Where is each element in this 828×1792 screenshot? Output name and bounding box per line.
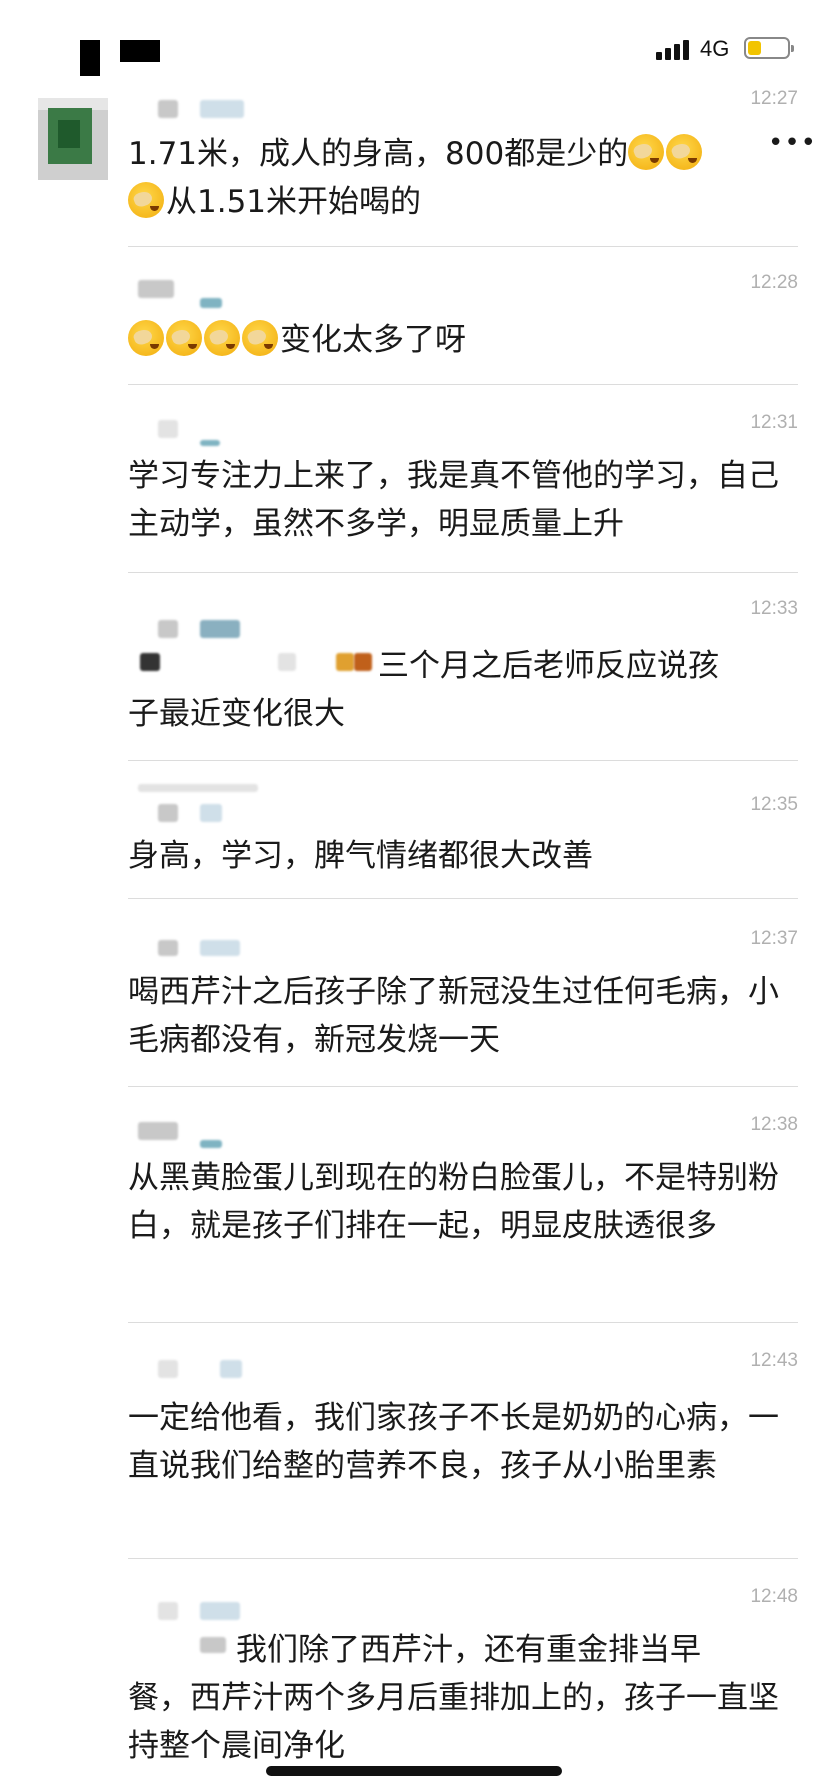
divider xyxy=(128,898,798,899)
sender-name-redacted xyxy=(200,100,244,118)
sender-name-redacted xyxy=(158,620,178,638)
divider xyxy=(128,760,798,761)
message-text-line: 从1.51米开始喝的 xyxy=(166,184,422,220)
message-item[interactable]: 12:33 三个月之后老师反应说孩 子最近变化很大 xyxy=(128,596,798,756)
message-text: 三个月之后老师反应说孩 子最近变化很大 xyxy=(128,642,788,738)
facepalm-emoji-icon xyxy=(628,134,665,170)
message-text-line: 子最近变化很大 xyxy=(128,696,345,732)
message-time: 12:33 xyxy=(750,598,798,619)
message-text: 我们除了西芹汁，还有重金排当早 餐，西芹汁两个多月后重排加上的，孩子一直坚持整个… xyxy=(128,1626,788,1770)
message-text: 从黑黄脸蛋儿到现在的粉白脸蛋儿，不是特别粉白，就是孩子们排在一起，明显皮肤透很多 xyxy=(128,1160,779,1244)
message-time: 12:28 xyxy=(750,272,798,293)
facepalm-emoji-icon xyxy=(666,134,703,170)
divider xyxy=(128,1086,798,1087)
sender-name-redacted xyxy=(158,940,178,956)
message-text-line: 1.71米，成人的身高，800都是少的 xyxy=(128,136,629,172)
sender-name-redacted xyxy=(200,940,240,956)
message-time: 12:37 xyxy=(750,928,798,949)
divider xyxy=(128,1558,798,1559)
message-time: 12:35 xyxy=(750,794,798,815)
message-item[interactable]: 12:28 变化太多了呀 xyxy=(128,270,798,388)
status-bar: 4G xyxy=(0,0,828,100)
facepalm-emoji-icon xyxy=(204,320,240,356)
message-time: 12:48 xyxy=(750,1586,798,1607)
redacted-mention xyxy=(128,653,378,676)
sender-name-redacted xyxy=(158,804,178,822)
message-text: 学习专注力上来了，我是真不管他的学习，自己主动学，虽然不多学，明显质量上升 xyxy=(128,458,779,542)
message-item[interactable]: 12:43 一定给他看，我们家孩子不长是奶奶的心病，一直说我们给整的营养不良，孩… xyxy=(128,1346,798,1556)
sender-name-redacted xyxy=(200,440,220,446)
sender-name-redacted xyxy=(200,1602,240,1620)
message-time: 12:43 xyxy=(750,1350,798,1371)
battery-fill xyxy=(748,41,761,55)
facepalm-emoji-icon xyxy=(128,320,164,356)
message-item[interactable]: 12:48 我们除了西芹汁，还有重金排当早 餐，西芹汁两个多月后重排加上的，孩子… xyxy=(128,1582,798,1782)
message-text-line: 变化太多了呀 xyxy=(280,322,466,358)
sender-name-redacted xyxy=(158,420,178,438)
message-text: 喝西芹汁之后孩子除了新冠没生过任何毛病，小毛病都没有，新冠发烧一天 xyxy=(128,974,779,1058)
facepalm-emoji-icon xyxy=(166,320,202,356)
divider xyxy=(128,384,798,385)
time-redacted xyxy=(120,40,160,62)
sender-name-redacted xyxy=(138,784,258,792)
message-text-line: 我们除了西芹汁，还有重金排当早 xyxy=(236,1632,701,1668)
message-text: 身高，学习，脾气情绪都很大改善 xyxy=(128,838,593,874)
time-redacted xyxy=(80,40,100,76)
divider xyxy=(128,572,798,573)
message-item[interactable]: 12:38 从黑黄脸蛋儿到现在的粉白脸蛋儿，不是特别粉白，就是孩子们排在一起，明… xyxy=(128,1110,798,1320)
message-text: 一定给他看，我们家孩子不长是奶奶的心病，一直说我们给整的营养不良，孩子从小胎里素 xyxy=(128,1400,779,1484)
message-item[interactable]: 12:35 身高，学习，脾气情绪都很大改善 xyxy=(128,784,798,896)
redacted-mention xyxy=(128,1637,236,1660)
sender-name-redacted xyxy=(200,1140,222,1148)
facepalm-emoji-icon xyxy=(242,320,278,356)
sender-name-redacted xyxy=(138,1122,178,1140)
divider xyxy=(128,246,798,247)
message-text-line: 三个月之后老师反应说孩 xyxy=(378,648,719,684)
more-icon[interactable]: ••• xyxy=(768,128,817,158)
battery-icon xyxy=(744,37,794,59)
sender-name-redacted xyxy=(158,100,178,118)
message-time: 12:31 xyxy=(750,412,798,433)
message-text-line: 餐，西芹汁两个多月后重排加上的，孩子一直坚持整个晨间净化 xyxy=(128,1680,779,1764)
message-item[interactable]: 12:31 学习专注力上来了，我是真不管他的学习，自己主动学，虽然不多学，明显质… xyxy=(128,408,798,568)
sender-name-redacted xyxy=(200,298,222,308)
message-item[interactable]: 12:37 喝西芹汁之后孩子除了新冠没生过任何毛病，小毛病都没有，新冠发烧一天 xyxy=(128,922,798,1082)
cellular-signal-icon xyxy=(656,38,690,60)
sender-name-redacted xyxy=(200,620,240,638)
sender-name-redacted xyxy=(220,1360,242,1378)
sender-name-redacted xyxy=(158,1602,178,1620)
avatar[interactable] xyxy=(38,98,108,180)
divider xyxy=(128,1322,798,1323)
message-time: 12:38 xyxy=(750,1114,798,1135)
network-type: 4G xyxy=(700,36,730,61)
facepalm-emoji-icon xyxy=(128,182,164,218)
message-text: 1.71米，成人的身高，800都是少的 从1.51米开始喝的 xyxy=(128,130,788,226)
message-text: 变化太多了呀 xyxy=(128,316,788,364)
message-time: 12:27 xyxy=(750,88,798,109)
home-indicator[interactable] xyxy=(266,1766,562,1776)
sender-name-redacted xyxy=(138,280,174,298)
sender-name-redacted xyxy=(158,1360,178,1378)
sender-name-redacted xyxy=(200,804,222,822)
message-item[interactable]: 12:27 1.71米，成人的身高，800都是少的 从1.51米开始喝的 ••• xyxy=(128,88,816,246)
